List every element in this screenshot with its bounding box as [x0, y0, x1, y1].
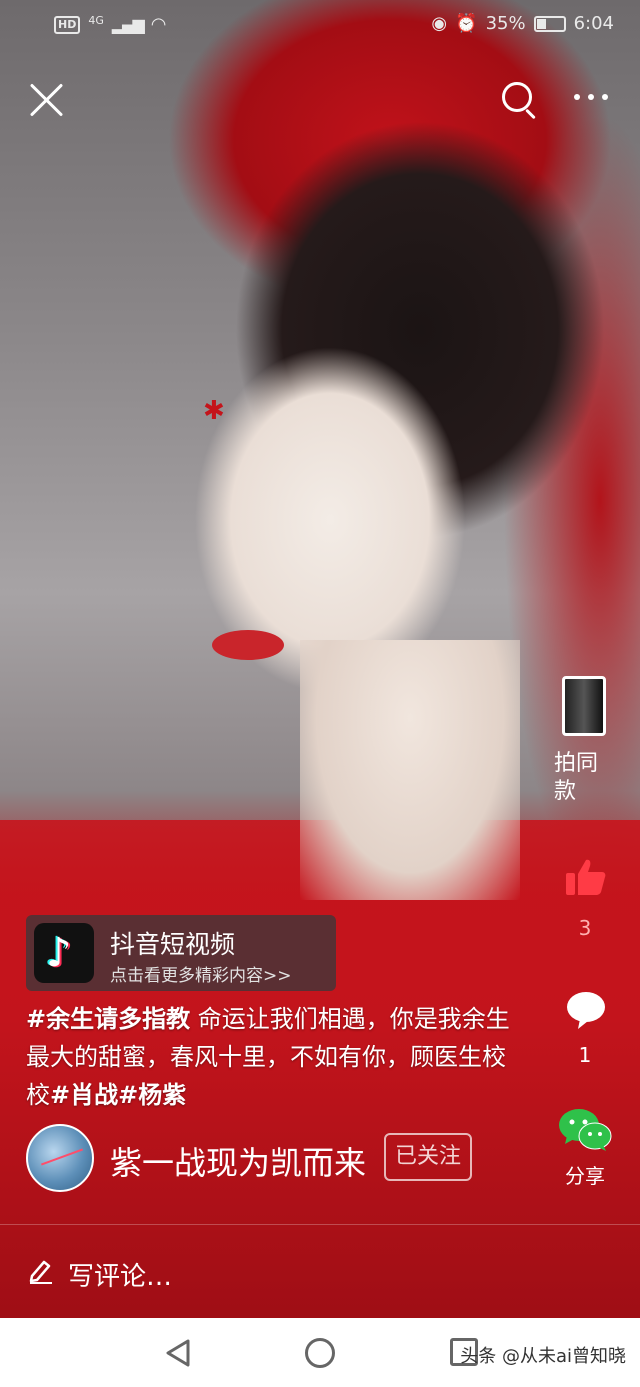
watermark: 头条 @从未ai曾知晓	[460, 1346, 626, 1367]
top-action-bar	[0, 72, 640, 128]
home-icon[interactable]	[305, 1338, 335, 1368]
video-neck-area	[300, 640, 520, 900]
system-nav-bar: 头条 @从未ai曾知晓	[0, 1318, 640, 1387]
hashtag-link[interactable]: #肖战	[50, 1081, 118, 1109]
forehead-mark-icon: ✱	[203, 396, 225, 426]
comment-icon[interactable]	[566, 990, 606, 1030]
same-style-thumbnail[interactable]	[562, 676, 606, 736]
clock: 6:04	[573, 13, 614, 34]
douyin-app-card[interactable]: ♪ 抖音短视频 点击看更多精彩内容>>	[26, 915, 336, 991]
hashtag-link[interactable]: #余生请多指教	[26, 1005, 190, 1033]
douyin-logo-icon: ♪	[34, 923, 94, 983]
pen-icon	[29, 1260, 52, 1284]
hashtag-link[interactable]: #杨紫	[118, 1081, 186, 1109]
battery-percent: 35%	[485, 13, 526, 34]
comment-bar[interactable]: 写评论…	[0, 1224, 640, 1318]
author-avatar[interactable]	[26, 1124, 94, 1192]
status-bar: HD 4G ▂▄▆ ◠ ◉ ⏰ 35% 6:04	[0, 0, 640, 52]
like-count: 3	[578, 916, 592, 940]
video-screen: ✱ HD 4G ▂▄▆ ◠ ◉ ⏰ 35% 6:04 拍同款 3 1 分享 ♪ …	[0, 0, 640, 1387]
signal-icon: ▂▄▆	[111, 15, 145, 34]
search-icon[interactable]	[500, 80, 540, 120]
follow-button[interactable]: 已关注	[384, 1133, 472, 1181]
comment-count: 1	[578, 1043, 592, 1067]
close-icon[interactable]	[26, 80, 66, 120]
same-style-label[interactable]: 拍同款	[554, 750, 606, 806]
eye-icon: ◉	[431, 13, 448, 34]
back-icon[interactable]	[164, 1338, 192, 1368]
video-lips	[212, 630, 284, 660]
battery-icon	[533, 15, 566, 32]
more-icon[interactable]	[574, 94, 614, 106]
app-card-subtitle: 点击看更多精彩内容>>	[110, 966, 292, 986]
network-label: 4G	[88, 14, 104, 27]
author-name[interactable]: 紫一战现为凯而来	[110, 1138, 366, 1184]
wechat-icon[interactable]	[558, 1108, 612, 1152]
video-caption: #余生请多指教 命运让我们相遇，你是我余生最大的甜蜜，春风十里，不如有你，顾医生…	[26, 1000, 526, 1114]
comment-input[interactable]: 写评论…	[68, 1256, 172, 1293]
app-card-title: 抖音短视频	[110, 930, 236, 959]
thumbs-up-icon[interactable]	[566, 858, 606, 896]
alarm-icon: ⏰	[455, 13, 478, 34]
share-label[interactable]: 分享	[558, 1160, 612, 1189]
hd-badge: HD	[54, 15, 81, 34]
wifi-icon: ◠	[150, 14, 167, 35]
